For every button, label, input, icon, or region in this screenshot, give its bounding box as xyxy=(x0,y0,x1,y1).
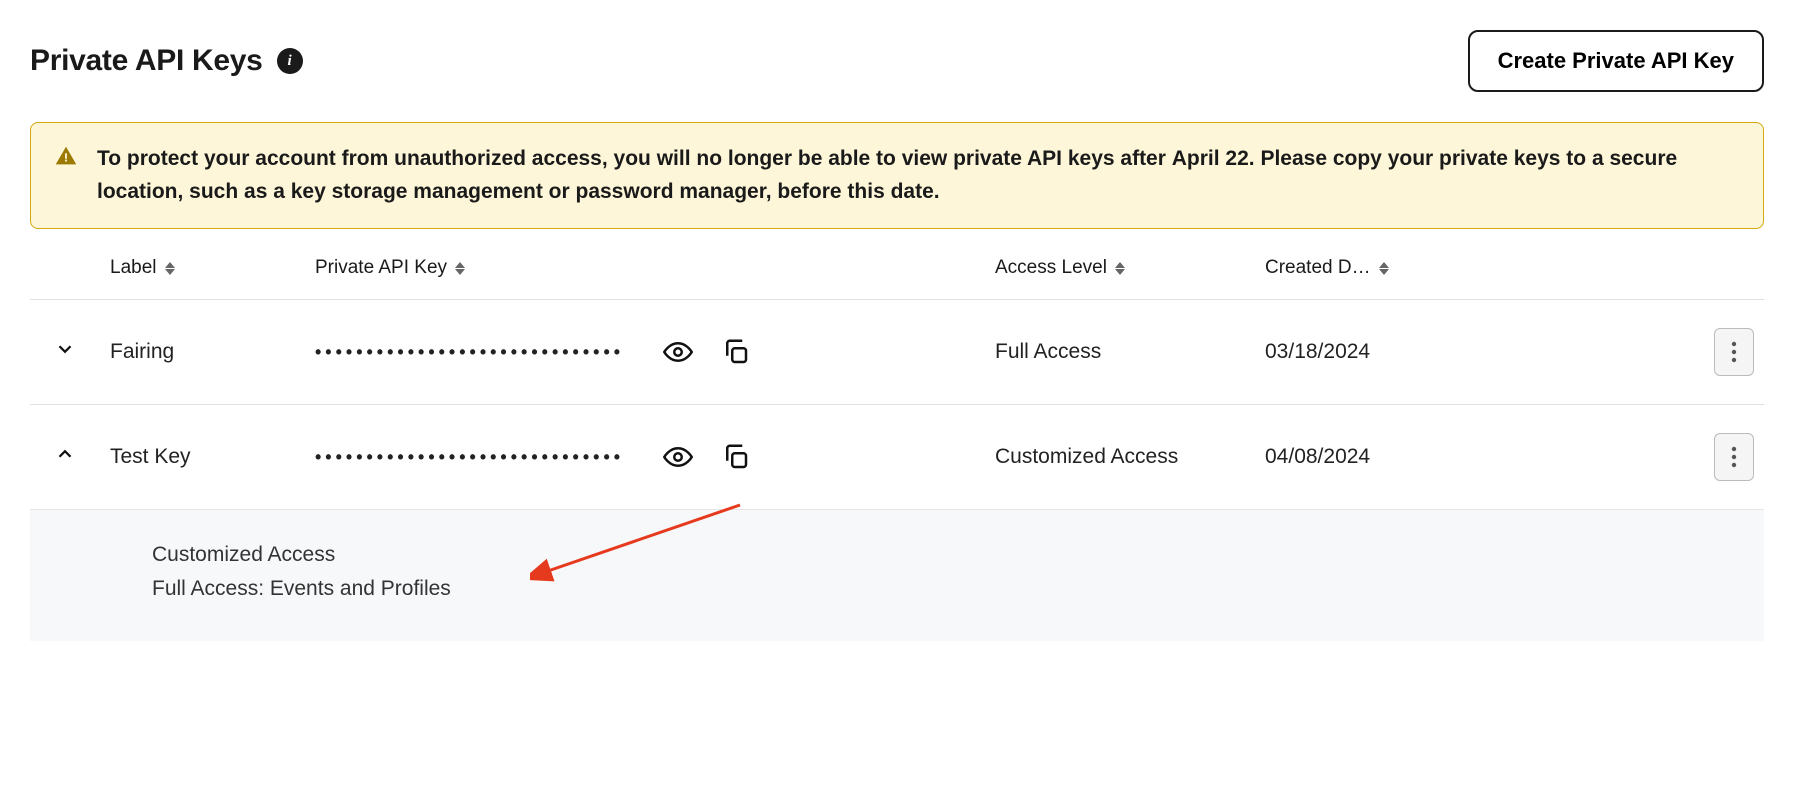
sort-icon[interactable] xyxy=(1379,262,1389,275)
col-header-access-text: Access Level xyxy=(995,257,1107,279)
row-detail-panel: Customized Access Full Access: Events an… xyxy=(30,509,1764,641)
chevron-up-icon[interactable] xyxy=(54,443,76,465)
warning-date: April 22 xyxy=(1172,147,1249,170)
sort-icon[interactable] xyxy=(165,262,175,275)
info-icon[interactable]: i xyxy=(277,48,303,74)
detail-line2: Full Access: Events and Profiles xyxy=(152,572,1764,606)
row-access: Customized Access xyxy=(995,445,1265,469)
col-header-created[interactable]: Created D… xyxy=(1265,257,1460,279)
page-title: Private API Keys xyxy=(30,44,263,78)
col-header-key[interactable]: Private API Key xyxy=(315,257,995,279)
copy-icon[interactable] xyxy=(721,442,751,472)
warning-prefix: To protect your account from unauthorize… xyxy=(97,147,1172,170)
row-actions-menu-button[interactable] xyxy=(1714,433,1754,481)
col-header-key-text: Private API Key xyxy=(315,257,447,279)
row-created: 03/18/2024 xyxy=(1265,340,1460,364)
table-row: Test Key •••••••••••••••••••••••••••••• … xyxy=(30,404,1764,509)
chevron-down-icon[interactable] xyxy=(54,338,76,360)
warning-banner: To protect your account from unauthorize… xyxy=(30,122,1764,229)
eye-icon[interactable] xyxy=(663,337,693,367)
row-label: Test Key xyxy=(110,445,315,469)
header-left: Private API Keys i xyxy=(30,44,303,78)
api-keys-table: Label Private API Key Access Level Creat… xyxy=(30,237,1764,641)
row-label: Fairing xyxy=(110,340,315,364)
sort-icon[interactable] xyxy=(1115,262,1125,275)
detail-line1: Customized Access xyxy=(152,538,1764,572)
create-private-api-key-button[interactable]: Create Private API Key xyxy=(1468,30,1764,92)
copy-icon[interactable] xyxy=(721,337,751,367)
col-header-access[interactable]: Access Level xyxy=(995,257,1265,279)
sort-icon[interactable] xyxy=(455,262,465,275)
ellipsis-vertical-icon xyxy=(1731,341,1737,363)
col-header-label[interactable]: Label xyxy=(110,257,315,279)
col-header-label-text: Label xyxy=(110,257,157,279)
row-created: 04/08/2024 xyxy=(1265,445,1460,469)
warning-text: To protect your account from unauthorize… xyxy=(97,143,1739,208)
table-header-row: Label Private API Key Access Level Creat… xyxy=(30,237,1764,299)
eye-icon[interactable] xyxy=(663,442,693,472)
ellipsis-vertical-icon xyxy=(1731,446,1737,468)
col-header-created-text: Created D… xyxy=(1265,257,1371,279)
warning-icon xyxy=(55,145,77,172)
key-mask: •••••••••••••••••••••••••••••• xyxy=(315,447,645,468)
row-access: Full Access xyxy=(995,340,1265,364)
key-mask: •••••••••••••••••••••••••••••• xyxy=(315,342,645,363)
page-header: Private API Keys i Create Private API Ke… xyxy=(30,30,1764,92)
table-row: Fairing •••••••••••••••••••••••••••••• F… xyxy=(30,299,1764,404)
row-actions-menu-button[interactable] xyxy=(1714,328,1754,376)
